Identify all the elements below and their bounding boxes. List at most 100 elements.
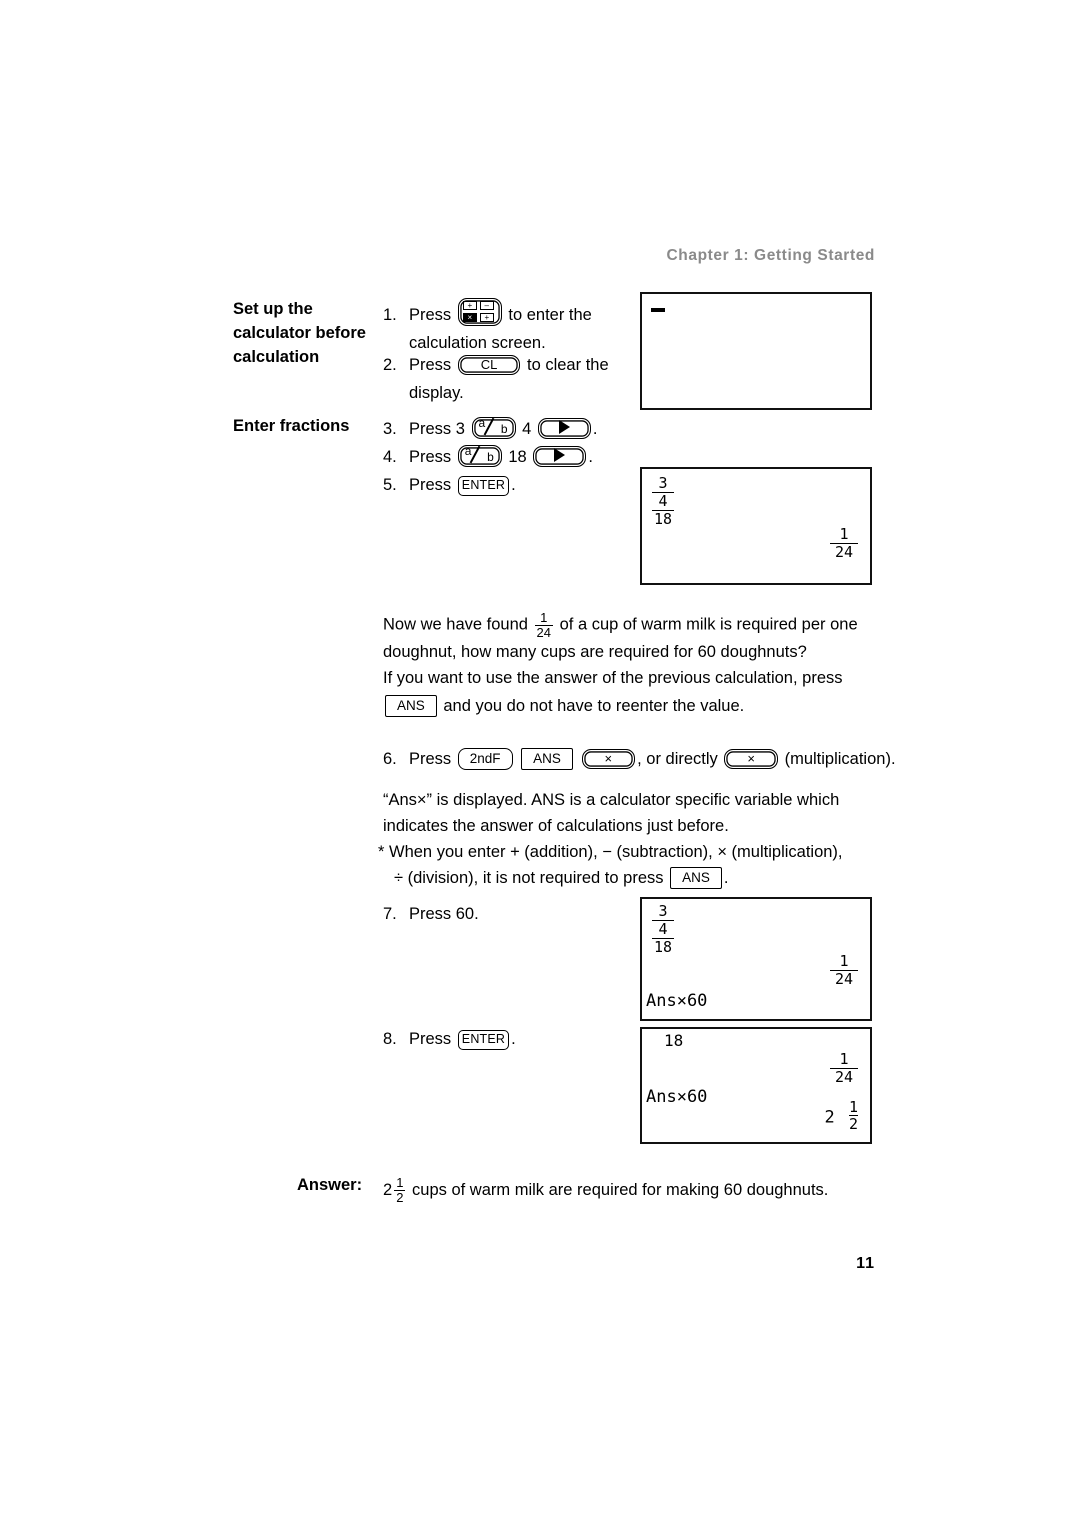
step-6: 6. Press 2ndF ANS ×, or directly × (multi… — [383, 745, 896, 773]
para3-line1: “Ans×” is displayed. ANS is a calculator… — [383, 791, 840, 809]
step-5-text-after: . — [511, 476, 516, 494]
lcd-final-whole: 2 — [824, 1107, 835, 1128]
calculator-screen-empty — [640, 292, 872, 410]
divide-icon: + — [479, 313, 494, 322]
step-8: 8. Press ENTER. — [383, 1025, 516, 1053]
para1-text-a: Now we have found — [383, 615, 528, 634]
multiply-key[interactable]: × — [581, 749, 636, 769]
lcd-result-den: 24 — [830, 970, 858, 988]
para4-line2-after: . — [723, 869, 729, 887]
paragraph-ans-explanation: “Ans×” is displayed. ANS is a calculator… — [383, 787, 839, 839]
a-over-b-key[interactable]: ab — [471, 416, 516, 439]
lcd-frac-bottom: 18 — [652, 938, 675, 956]
lcd-complex-fraction: 3 4 18 — [652, 902, 675, 956]
step-4-number: 4. — [383, 448, 397, 466]
answer-label: Answer: — [297, 1176, 363, 1194]
step-3-number: 3. — [383, 420, 397, 438]
ans-key[interactable]: ANS — [521, 748, 573, 770]
cl-key[interactable]: CL — [457, 355, 521, 375]
step-1: 1. Press + – × + to enter the calculation… — [383, 298, 592, 357]
paragraph-ans-hint: If you want to use the answer of the pre… — [383, 665, 843, 719]
calculator-screen-fraction-result: 3 4 18 1 24 — [640, 467, 872, 585]
para1-text-b: of a cup of warm milk is required per on… — [559, 615, 858, 634]
step-7-text-before: Press 60. — [409, 905, 479, 923]
enter-key[interactable]: ENTER — [457, 1030, 510, 1050]
lcd-frac-top-num: 3 — [658, 902, 668, 920]
calculator-screen-ans-entry: 3 4 18 1 24 Ans×60 — [640, 897, 872, 1021]
lcd-final-den: 2 — [848, 1115, 858, 1133]
step-6-text-after: (multiplication). — [784, 750, 896, 768]
lcd-result-den: 24 — [830, 1068, 858, 1086]
lcd-frac-top-den: 4 — [652, 920, 675, 938]
right-arrow-icon — [554, 448, 566, 462]
lcd-cursor — [651, 308, 665, 312]
step-7: 7. Press 60. — [383, 900, 479, 928]
step-7-number: 7. — [383, 905, 397, 923]
section-heading-setup: Set up the calculator before calculation — [233, 300, 366, 366]
lcd-scrolled-line: 18 — [664, 1031, 684, 1050]
lcd-result-num: 1 — [839, 1050, 849, 1068]
step-2-text-before: Press — [409, 356, 452, 374]
answer-fraction: 1 2 — [394, 1175, 406, 1204]
lcd-final-mixed-number: 2 1 2 — [824, 1099, 858, 1132]
right-arrow-key[interactable] — [533, 446, 587, 467]
lcd-frac-top-num: 3 — [658, 474, 668, 492]
step-2-number: 2. — [383, 356, 397, 374]
paragraph-operator-note: * When you enter + (addition), − (subtra… — [378, 839, 843, 891]
lcd-result-fraction: 1 24 — [830, 1051, 858, 1086]
plus-icon: + — [462, 301, 477, 310]
minus-icon: – — [479, 301, 494, 310]
right-arrow-icon — [558, 420, 570, 434]
lcd-result-num: 1 — [839, 525, 849, 543]
step-8-text-after: . — [511, 1030, 516, 1048]
para2-line1: If you want to use the answer of the pre… — [383, 669, 843, 687]
step-8-text-before: Press — [409, 1030, 452, 1048]
ans-key[interactable]: ANS — [385, 695, 437, 717]
step-1-text-after: to enter the — [508, 306, 592, 324]
lcd-result-num: 1 — [839, 952, 849, 970]
calc-grid-icon: + – × + — [462, 301, 497, 323]
answer-sentence: cups of warm milk are required for makin… — [412, 1181, 829, 1200]
page-number: 11 — [856, 1255, 875, 1272]
step-2-text-after: to clear the — [527, 356, 609, 374]
ans-key[interactable]: ANS — [670, 867, 722, 889]
lcd-result-fraction: 1 24 — [830, 953, 858, 988]
a-over-b-key[interactable]: ab — [457, 444, 502, 467]
right-arrow-key[interactable] — [537, 418, 591, 439]
step-8-number: 8. — [383, 1030, 397, 1048]
para2-line2-text: and you do not have to reenter the value… — [443, 697, 745, 715]
answer-text: 2 1 2 cups of warm milk are required for… — [383, 1176, 828, 1204]
step-3-text-after: . — [592, 420, 598, 438]
step-4-text-mid: 18 — [508, 448, 527, 466]
step-4-text-after: . — [588, 448, 593, 466]
calculator-mode-icon[interactable]: + – × + — [457, 298, 502, 326]
a-over-b-icon: ab — [478, 416, 508, 436]
multiply-key[interactable]: × — [724, 749, 778, 769]
step-1-number: 1. — [383, 306, 397, 324]
answer-whole: 2 — [383, 1181, 393, 1200]
step-1-text-before: Press — [409, 306, 452, 324]
enter-key[interactable]: ENTER — [457, 476, 510, 496]
lcd-complex-fraction: 3 4 18 — [652, 474, 675, 528]
a-over-b-icon: ab — [464, 444, 494, 464]
paragraph-found-fraction: Now we have found 1 24 of a cup of warm … — [383, 611, 858, 665]
fraction-one-twentyfourth: 1 24 — [534, 610, 553, 640]
step-5-text-before: Press — [409, 476, 452, 494]
lcd-result-den: 24 — [830, 543, 858, 561]
step-6-text-before: Press — [409, 750, 452, 768]
answer-mixed-number: 2 1 2 — [383, 1176, 407, 1204]
answer-num: 1 — [396, 1175, 404, 1190]
step-5: 5. Press ENTER. — [383, 471, 516, 499]
manual-page: Chapter 1: Getting Started Set up the ca… — [0, 0, 1080, 1528]
chapter-header: Chapter 1: Getting Started — [666, 247, 875, 264]
second-function-key[interactable]: 2ndF — [457, 748, 513, 770]
step-2: 2. Press CL to clear the display. — [383, 351, 609, 407]
para3-line2: indicates the answer of calculations jus… — [383, 817, 729, 835]
step-3: 3. Press 3 ab 4 . — [383, 415, 598, 443]
calculator-screen-final-result: 18 1 24 Ans×60 2 1 2 — [640, 1027, 872, 1144]
lcd-frac-top-den: 4 — [652, 492, 675, 510]
multiply-icon: × — [462, 313, 477, 322]
lcd-final-num: 1 — [848, 1098, 858, 1116]
lcd-entry-line: Ans×60 — [646, 1087, 708, 1107]
para4-line2: ÷ (division), it is not required to pres… — [378, 865, 843, 891]
